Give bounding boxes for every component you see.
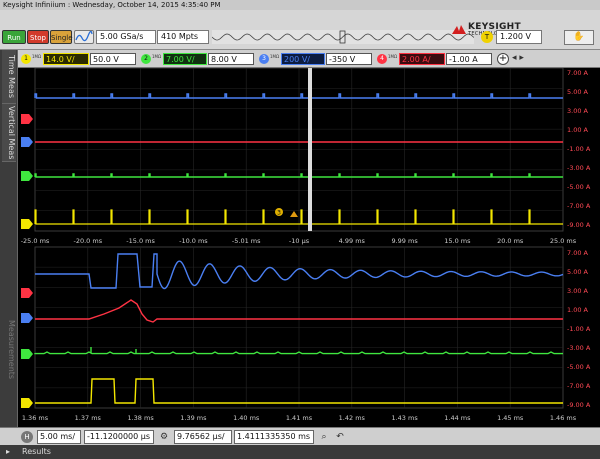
channel-2-badge[interactable]: 2: [141, 54, 151, 64]
zoom-time-label: 1.37 ms: [75, 414, 102, 422]
zoom-right-axis-label: 1.00 A: [567, 306, 589, 314]
channel-3-offset[interactable]: -350 V: [326, 53, 372, 65]
main-time-label: -20.0 ms: [73, 237, 102, 245]
zoom-time-label: 1.41 ms: [286, 414, 313, 422]
channel-2-scale[interactable]: 7.00 V/: [163, 53, 207, 65]
main-time-label: 20.0 ms: [497, 237, 524, 245]
memory-depth-field[interactable]: 410 Mpts: [157, 30, 209, 44]
main-time-label: -10.0 ms: [179, 237, 208, 245]
zoom-right-axis-label: -1.00 A: [567, 325, 591, 333]
waveform-display[interactable]: 7.00 A 5.00 A 3.00 A 1.00 A -1.00 A -3.00 A -5…: [19, 68, 600, 428]
add-channel-button[interactable]: +: [497, 53, 509, 65]
zoom-right-axis-label: -7.00 A: [567, 382, 591, 390]
zoom-time-label: 1.42 ms: [339, 414, 366, 422]
main-right-axis-label: 5.00 A: [567, 88, 589, 96]
main-time-label: -10 µs: [289, 237, 310, 245]
settings-icon[interactable]: ⚙: [158, 431, 170, 443]
channel-4-badge[interactable]: 4: [377, 54, 387, 64]
trigger-marker-label: 3: [277, 210, 281, 217]
zoom-right-axis-label: -5.00 A: [567, 363, 591, 371]
zoom-time-label: 1.44 ms: [444, 414, 471, 422]
channel-3-badge[interactable]: 3: [259, 54, 269, 64]
main-timebase-field[interactable]: 5.00 ms/: [37, 430, 81, 444]
acquisition-overview[interactable]: [211, 30, 475, 44]
expand-results-icon[interactable]: ▸: [6, 445, 10, 459]
touch-hand-icon[interactable]: ✋: [564, 30, 594, 45]
zoom-time-label: 1.40 ms: [233, 414, 260, 422]
zoom-right-axis-label: 5.00 A: [567, 268, 589, 276]
main-right-axis-label: 1.00 A: [567, 126, 589, 134]
main-right-axis-label: -3.00 A: [567, 164, 591, 172]
horizontal-settings-bar: H 5.00 ms/ -11.1200000 µs ⚙ 9.76562 µs/ …: [0, 427, 600, 445]
trigger-badge[interactable]: T: [481, 31, 493, 43]
channel-2-impedance: 1MΩ: [152, 54, 162, 59]
single-button[interactable]: Single: [50, 30, 73, 44]
zoom-time-label: 1.43 ms: [391, 414, 418, 422]
tab-measurements[interactable]: Measurements: [2, 300, 16, 400]
zoom-window-marker[interactable]: [308, 68, 312, 231]
main-time-label: 9.99 ms: [391, 237, 418, 245]
zoom-timebase-field[interactable]: 9.76562 µs/: [174, 430, 232, 444]
zoom-right-axis-label: -9.00 A: [567, 401, 591, 409]
channel-4-impedance: 1MΩ: [388, 54, 398, 59]
tab-vertical-meas[interactable]: Vertical Meas: [2, 104, 16, 162]
main-time-label: -15.0 ms: [126, 237, 155, 245]
stop-button[interactable]: Stop: [27, 30, 49, 44]
main-time-label: 25.0 ms: [550, 237, 577, 245]
zoom-right-axis-label: 7.00 A: [567, 249, 589, 257]
main-position-field[interactable]: -11.1200000 µs: [84, 430, 154, 444]
run-button[interactable]: Run: [2, 30, 26, 44]
window-title: Keysight Infiniium : Wednesday, October …: [0, 0, 600, 10]
channel-1-impedance: 1MΩ: [32, 54, 42, 59]
channel-1-offset[interactable]: 50.0 V: [90, 53, 136, 65]
zoom-icon[interactable]: ⌕: [318, 431, 330, 443]
channel-1-scale[interactable]: 14.0 V/: [43, 53, 89, 65]
trigger-level-field[interactable]: 1.200 V: [496, 30, 542, 44]
zoom-time-label: 1.45 ms: [497, 414, 524, 422]
zoom-time-label: 1.39 ms: [180, 414, 207, 422]
main-right-axis-label: 3.00 A: [567, 107, 589, 115]
channel-3-impedance: 1MΩ: [270, 54, 280, 59]
channel-settings-row: 1 1MΩ 14.0 V/ 50.0 V 2 1MΩ 7.00 V/ 8.00 …: [0, 50, 600, 68]
results-bar[interactable]: ▸ Results: [0, 445, 600, 459]
zoom-time-label: 1.36 ms: [22, 414, 49, 422]
tab-time-meas[interactable]: Time Meas: [2, 50, 16, 104]
channel-2-offset[interactable]: 8.00 V: [208, 53, 254, 65]
main-time-label: 15.0 ms: [444, 237, 471, 245]
channel-4-scale[interactable]: 2.00 A/: [399, 53, 445, 65]
horizontal-badge[interactable]: H: [21, 431, 33, 443]
zoom-time-label: 1.38 ms: [127, 414, 154, 422]
zoom-right-axis-label: -3.00 A: [567, 344, 591, 352]
main-right-axis-label: -5.00 A: [567, 183, 591, 191]
side-tabs: Time Meas Vertical Meas Measurements: [0, 50, 18, 440]
sample-rate-field[interactable]: 5.00 GSa/s: [96, 30, 156, 44]
zoom-right-axis-label: 3.00 A: [567, 287, 589, 295]
channel-4-offset[interactable]: -1.00 A: [446, 53, 492, 65]
main-time-label: 4.99 ms: [339, 237, 366, 245]
main-right-axis-label: -7.00 A: [567, 202, 591, 210]
channel-3-scale[interactable]: 200 V/: [281, 53, 325, 65]
main-right-axis-label: -1.00 A: [567, 145, 591, 153]
main-time-label: -5.01 ms: [232, 237, 261, 245]
zoom-time-label: 1.46 ms: [550, 414, 577, 422]
zoom-position-field[interactable]: 1.4111335350 ms: [234, 430, 314, 444]
main-right-axis-label: 7.00 A: [567, 69, 589, 77]
main-right-axis-label: -9.00 A: [567, 221, 591, 229]
toolbar: Run Stop Single 5.00 GSa/s 410 Mpts KEYS…: [0, 10, 600, 50]
channel-scroll-icon[interactable]: ◂ ▸: [512, 53, 524, 63]
autoscale-icon[interactable]: [74, 30, 94, 44]
channel-1-badge[interactable]: 1: [21, 54, 31, 64]
main-time-label: -25.0 ms: [21, 237, 50, 245]
results-label: Results: [22, 447, 51, 456]
undo-icon[interactable]: ↶: [334, 431, 346, 443]
